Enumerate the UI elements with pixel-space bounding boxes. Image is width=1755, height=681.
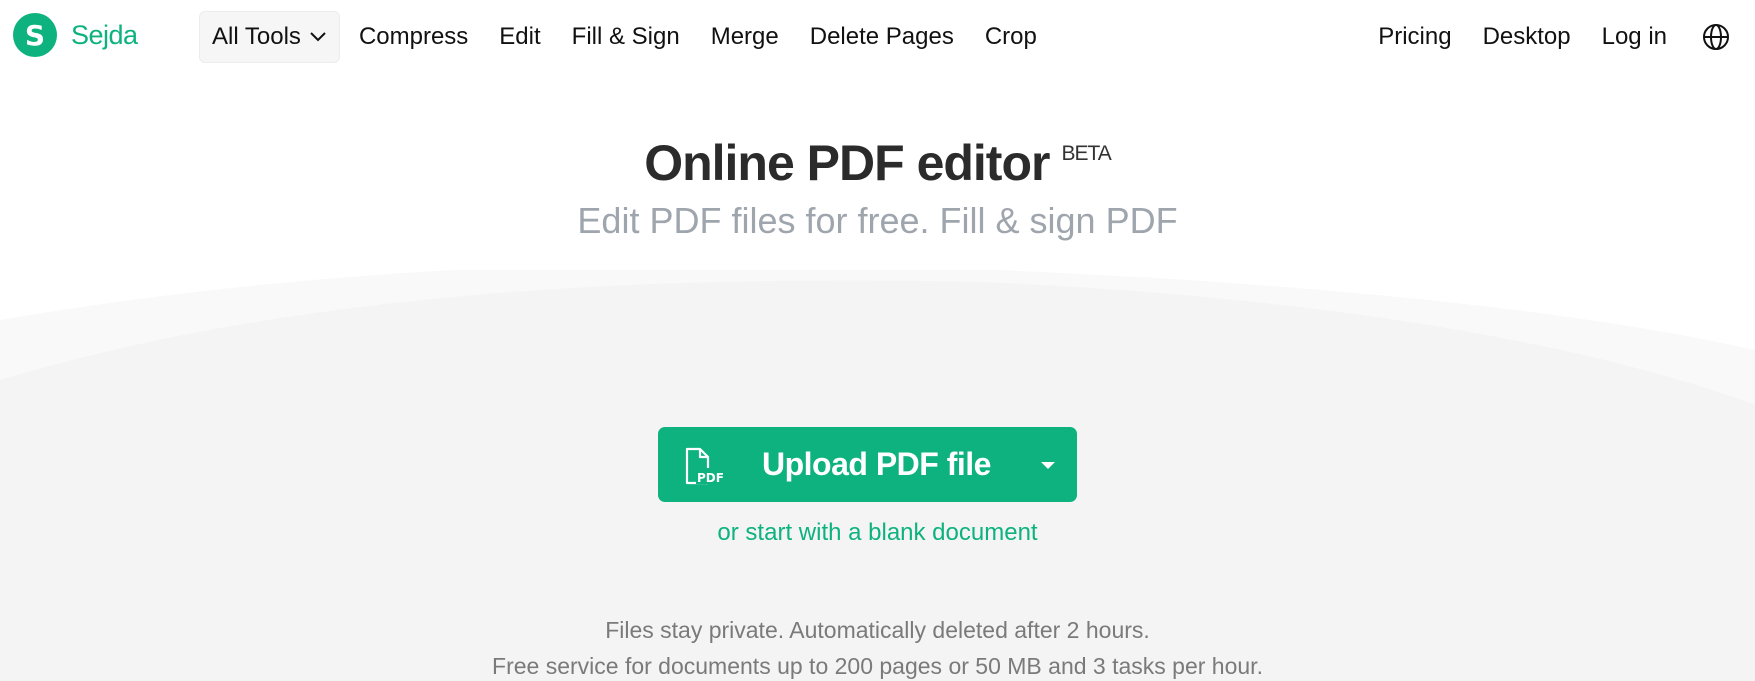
pdf-file-icon: PDF [684, 447, 726, 485]
nav-left: All Tools Compress Edit Fill & Sign Merg… [199, 11, 1037, 63]
nav-link-crop[interactable]: Crop [985, 23, 1037, 51]
nav-link-fill-sign[interactable]: Fill & Sign [572, 23, 680, 51]
nav-link-log-in[interactable]: Log in [1602, 23, 1667, 51]
upload-pdf-label: Upload PDF file [762, 446, 991, 482]
page-title-text: Online PDF editor [644, 135, 1050, 191]
logo-text: Sejda [71, 19, 138, 50]
nav-right: Pricing Desktop Log in [1347, 11, 1755, 63]
top-navigation: S Sejda All Tools Compress Edit Fill & S… [0, 0, 1755, 72]
nav-link-delete-pages[interactable]: Delete Pages [810, 23, 954, 51]
nav-link-desktop[interactable]: Desktop [1483, 23, 1571, 51]
limits-info: Free service for documents up to 200 pag… [492, 653, 1263, 679]
page-title: Online PDF editor BETA [0, 134, 1755, 192]
globe-icon[interactable] [1701, 22, 1731, 52]
page-subtitle: Edit PDF files for free. Fill & sign PDF [577, 200, 1178, 241]
nav-link-merge[interactable]: Merge [711, 23, 779, 51]
all-tools-label: All Tools [212, 23, 301, 50]
all-tools-button[interactable]: All Tools [199, 11, 340, 63]
blank-document-link[interactable]: or start with a blank document [0, 519, 1755, 547]
sejda-logo[interactable]: S Sejda [13, 13, 138, 57]
beta-badge: BETA [1061, 142, 1111, 165]
nav-link-edit[interactable]: Edit [499, 23, 540, 51]
privacy-info: Files stay private. Automatically delete… [605, 617, 1150, 643]
chevron-down-icon [309, 28, 327, 46]
svg-text:PDF: PDF [697, 471, 724, 485]
logo-mark: S [13, 13, 57, 57]
nav-link-compress[interactable]: Compress [359, 23, 468, 51]
caret-down-icon[interactable] [1019, 427, 1077, 502]
nav-link-pricing[interactable]: Pricing [1378, 23, 1451, 51]
upload-pdf-button[interactable]: PDF Upload PDF file [658, 427, 1077, 502]
